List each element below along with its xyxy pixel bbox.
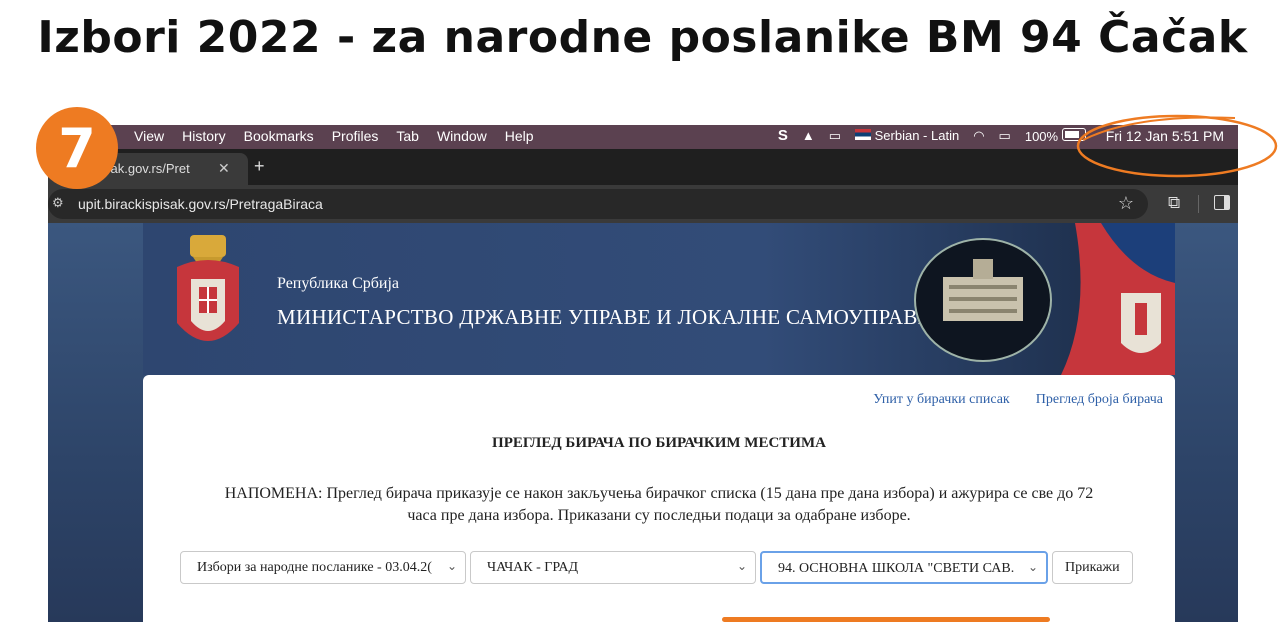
browser-toolbar: ⚙ upit.birackispisak.gov.rs/PretragaBira… [48, 185, 1238, 223]
menu-tab[interactable]: Tab [396, 128, 419, 144]
triangle-icon[interactable]: ▲ [802, 128, 815, 143]
web-page: Република Србија МИНИСТАРСТВО ДРЖАВНЕ УП… [48, 223, 1238, 622]
coat-of-arms-icon [177, 235, 239, 341]
menu-bookmarks[interactable]: Bookmarks [244, 128, 314, 144]
input-source[interactable]: Serbian - Latin [855, 128, 959, 143]
note-text: НАПОМЕНА: Преглед бирача приказује се на… [224, 485, 1094, 524]
content-card: Упит у бирачки списак Преглед броја бира… [143, 375, 1175, 622]
menu-window[interactable]: Window [437, 128, 487, 144]
election-select-value: Избори за народне посланике - 03.04.2( [197, 560, 432, 575]
voter-query-link[interactable]: Упит у бирачки списак [873, 392, 1010, 408]
menu-history[interactable]: History [182, 128, 226, 144]
close-icon[interactable]: ✕ [218, 160, 230, 177]
new-tab-icon[interactable]: + [254, 156, 265, 177]
bookmark-star-icon[interactable]: ☆ [1118, 193, 1134, 214]
menu-profiles[interactable]: Profiles [332, 128, 379, 144]
polling-station-select[interactable]: 94. ОСНОВНА ШКОЛА "СВЕТИ САВ. ⌄ [760, 551, 1048, 584]
election-select[interactable]: Избори за народне посланике - 03.04.2( ⌄ [180, 551, 466, 584]
top-links: Упит у бирачки списак Преглед броја бира… [873, 392, 1163, 408]
government-seal-icon [914, 238, 1052, 362]
keyboard-icon[interactable]: ▭ [829, 128, 841, 144]
toolbar-separator [1198, 195, 1199, 213]
slide-title: Izbori 2022 - za narodne poslanike BM 94… [37, 12, 1248, 63]
republic-label: Република Србија [277, 275, 399, 292]
menu-items: View History Bookmarks Profiles Tab Wind… [134, 128, 534, 144]
extensions-icon[interactable]: ⧉ [1168, 193, 1180, 213]
wifi-icon[interactable]: ◠ [973, 128, 984, 144]
chevron-down-icon: ⌄ [736, 559, 747, 573]
menu-view[interactable]: View [134, 128, 164, 144]
polling-station-select-value: 94. ОСНОВНА ШКОЛА "СВЕТИ САВ. [778, 561, 1015, 576]
address-bar[interactable]: ⚙ upit.birackispisak.gov.rs/PretragaBira… [48, 189, 1148, 219]
browser-screenshot: View History Bookmarks Profiles Tab Wind… [48, 125, 1238, 622]
side-panel-icon[interactable] [1214, 195, 1230, 210]
filter-row: Избори за народне посланике - 03.04.2( ⌄… [180, 551, 1133, 584]
flag-icon [855, 129, 872, 140]
ministry-label: МИНИСТАРСТВО ДРЖАВНЕ УПРАВЕ И ЛОКАЛНЕ СА… [277, 305, 931, 329]
show-button[interactable]: Прикажи [1052, 551, 1133, 584]
airplay-icon[interactable]: ▭ [999, 128, 1011, 144]
municipality-select-value: ЧАЧАК - ГРАД [487, 560, 579, 575]
page-heading: ПРЕГЛЕД БИРАЧА ПО БИРАЧКИМ МЕСТИМА [492, 435, 826, 451]
tab-strip: sak.gov.rs/Pret ✕ + [48, 149, 1238, 185]
chevron-down-icon: ⌄ [446, 559, 457, 573]
app-s-icon[interactable]: S [778, 127, 788, 144]
step-number-badge: 7 [36, 107, 118, 189]
voter-count-link[interactable]: Преглед броја бирача [1036, 392, 1163, 408]
url-text[interactable]: upit.birackispisak.gov.rs/PretragaBiraca [78, 196, 323, 212]
chevron-down-icon: ⌄ [1027, 560, 1038, 574]
tab-title: sak.gov.rs/Pret [104, 161, 190, 176]
serbian-flag-icon [1061, 223, 1175, 375]
ministry-banner: Република Србија МИНИСТАРСТВО ДРЖАВНЕ УП… [143, 223, 1175, 375]
site-settings-icon[interactable]: ⚙ [52, 195, 64, 211]
clock-highlight-ellipse [1076, 114, 1278, 178]
menu-help[interactable]: Help [505, 128, 534, 144]
macos-menubar: View History Bookmarks Profiles Tab Wind… [48, 125, 1238, 149]
highlight-underline [722, 617, 1050, 622]
municipality-select[interactable]: ЧАЧАК - ГРАД ⌄ [470, 551, 756, 584]
